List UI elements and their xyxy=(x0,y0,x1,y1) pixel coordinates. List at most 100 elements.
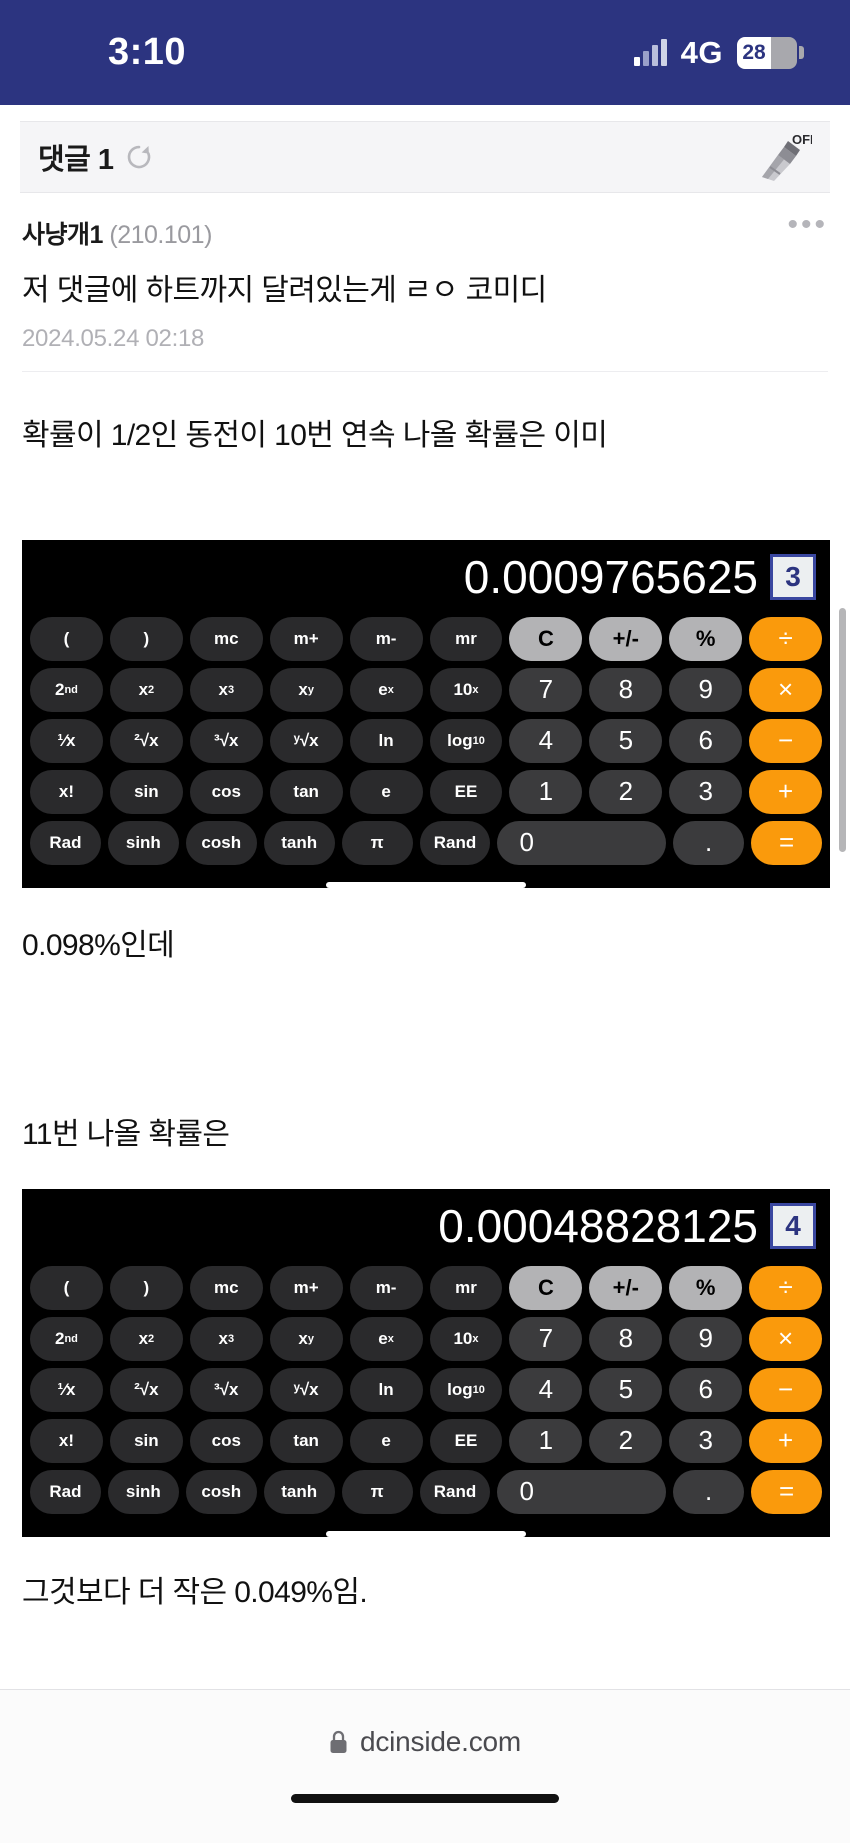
key-1[interactable]: 1 xyxy=(509,1418,583,1463)
key-x-cubed[interactable]: x3 xyxy=(189,667,263,712)
key-sign-toggle[interactable]: +/- xyxy=(589,1265,663,1310)
key-cosh[interactable]: cosh xyxy=(185,820,257,865)
key-add[interactable]: + xyxy=(749,769,823,814)
key-factorial[interactable]: x! xyxy=(30,769,103,814)
more-options-icon[interactable]: ••• xyxy=(787,210,828,240)
key-multiply[interactable]: × xyxy=(749,1316,823,1361)
key-pi[interactable]: π xyxy=(341,1469,413,1514)
key-y-root[interactable]: ʸ√x xyxy=(269,718,343,763)
key-square-root[interactable]: ²√x xyxy=(109,1367,183,1412)
key-mc[interactable]: mc xyxy=(189,1265,263,1310)
broom-off-icon[interactable]: OFF xyxy=(756,131,812,183)
key-2nd[interactable]: 2nd xyxy=(30,1316,103,1361)
key-2[interactable]: 2 xyxy=(589,769,663,814)
key-4[interactable]: 4 xyxy=(509,718,583,763)
key-9[interactable]: 9 xyxy=(669,667,743,712)
key-equals[interactable]: = xyxy=(751,820,823,865)
key-9[interactable]: 9 xyxy=(669,1316,743,1361)
key-decimal[interactable]: . xyxy=(673,1469,745,1514)
key-log10[interactable]: log 10 xyxy=(429,718,503,763)
key-m-minus[interactable]: m- xyxy=(349,1265,423,1310)
key-6[interactable]: 6 xyxy=(669,1367,743,1412)
key-factorial[interactable]: x! xyxy=(30,1418,103,1463)
key-sin[interactable]: sin xyxy=(109,769,183,814)
key-e-power-x[interactable]: ex xyxy=(349,667,423,712)
key-m-plus[interactable]: m+ xyxy=(269,1265,343,1310)
key-m-plus[interactable]: m+ xyxy=(269,616,343,661)
key-rand[interactable]: Rand xyxy=(419,820,491,865)
key-m-minus[interactable]: m- xyxy=(349,616,423,661)
key-ee[interactable]: EE xyxy=(429,769,503,814)
address-bar[interactable]: dcinside.com xyxy=(0,1690,850,1794)
key-x-power-y[interactable]: xy xyxy=(269,667,343,712)
key-cosh[interactable]: cosh xyxy=(185,1469,257,1514)
key-tan[interactable]: tan xyxy=(269,769,343,814)
key-0[interactable]: 0 xyxy=(497,1469,667,1514)
key-ee[interactable]: EE xyxy=(429,1418,503,1463)
key-1[interactable]: 1 xyxy=(509,769,583,814)
key-square-root[interactable]: ²√x xyxy=(109,718,183,763)
key-multiply[interactable]: × xyxy=(749,667,823,712)
key-y-root[interactable]: ʸ√x xyxy=(269,1367,343,1412)
key-ln[interactable]: ln xyxy=(349,1367,423,1412)
key-divide[interactable]: ÷ xyxy=(749,1265,823,1310)
key-close-paren[interactable]: ) xyxy=(109,616,183,661)
key-mr[interactable]: mr xyxy=(429,1265,503,1310)
key-ten-power-x[interactable]: 10 x xyxy=(429,1316,503,1361)
key-percent[interactable]: % xyxy=(669,1265,743,1310)
key-3[interactable]: 3 xyxy=(669,769,743,814)
key-3[interactable]: 3 xyxy=(669,1418,743,1463)
key-reciprocal[interactable]: ¹⁄x xyxy=(30,1367,103,1412)
key-pi[interactable]: π xyxy=(341,820,413,865)
key-add[interactable]: + xyxy=(749,1418,823,1463)
key-decimal[interactable]: . xyxy=(673,820,745,865)
key-clear[interactable]: C xyxy=(509,616,583,661)
key-5[interactable]: 5 xyxy=(589,1367,663,1412)
key-subtract[interactable]: − xyxy=(749,718,823,763)
key-cos[interactable]: cos xyxy=(189,1418,263,1463)
key-sin[interactable]: sin xyxy=(109,1418,183,1463)
key-close-paren[interactable]: ) xyxy=(109,1265,183,1310)
refresh-icon[interactable] xyxy=(124,142,154,172)
comment-author[interactable]: 사냥개1 (210.101) xyxy=(22,215,212,251)
key-ten-power-x[interactable]: 10 x xyxy=(429,667,503,712)
key-x-power-y[interactable]: xy xyxy=(269,1316,343,1361)
key-tanh[interactable]: tanh xyxy=(263,820,335,865)
key-ln[interactable]: ln xyxy=(349,718,423,763)
key-tan[interactable]: tan xyxy=(269,1418,343,1463)
key-reciprocal[interactable]: ¹⁄x xyxy=(30,718,103,763)
key-rad[interactable]: Rad xyxy=(30,1469,101,1514)
key-e[interactable]: e xyxy=(349,769,423,814)
key-mc[interactable]: mc xyxy=(189,616,263,661)
key-cube-root[interactable]: ³√x xyxy=(189,1367,263,1412)
key-7[interactable]: 7 xyxy=(509,1316,583,1361)
key-2[interactable]: 2 xyxy=(589,1418,663,1463)
key-subtract[interactable]: − xyxy=(749,1367,823,1412)
key-5[interactable]: 5 xyxy=(589,718,663,763)
key-x-cubed[interactable]: x3 xyxy=(189,1316,263,1361)
key-e-power-x[interactable]: ex xyxy=(349,1316,423,1361)
key-open-paren[interactable]: ( xyxy=(30,616,103,661)
key-2nd[interactable]: 2nd xyxy=(30,667,103,712)
key-equals[interactable]: = xyxy=(751,1469,823,1514)
key-tanh[interactable]: tanh xyxy=(263,1469,335,1514)
key-log10[interactable]: log 10 xyxy=(429,1367,503,1412)
key-0[interactable]: 0 xyxy=(497,820,667,865)
key-rand[interactable]: Rand xyxy=(419,1469,491,1514)
key-7[interactable]: 7 xyxy=(509,667,583,712)
key-percent[interactable]: % xyxy=(669,616,743,661)
key-4[interactable]: 4 xyxy=(509,1367,583,1412)
key-e[interactable]: e xyxy=(349,1418,423,1463)
key-x-squared[interactable]: x2 xyxy=(109,667,183,712)
key-sinh[interactable]: sinh xyxy=(107,820,179,865)
key-rad[interactable]: Rad xyxy=(30,820,101,865)
key-8[interactable]: 8 xyxy=(589,667,663,712)
key-sign-toggle[interactable]: +/- xyxy=(589,616,663,661)
key-divide[interactable]: ÷ xyxy=(749,616,823,661)
page-scrollbar[interactable] xyxy=(839,608,846,852)
key-cos[interactable]: cos xyxy=(189,769,263,814)
key-clear[interactable]: C xyxy=(509,1265,583,1310)
key-mr[interactable]: mr xyxy=(429,616,503,661)
key-sinh[interactable]: sinh xyxy=(107,1469,179,1514)
key-x-squared[interactable]: x2 xyxy=(109,1316,183,1361)
